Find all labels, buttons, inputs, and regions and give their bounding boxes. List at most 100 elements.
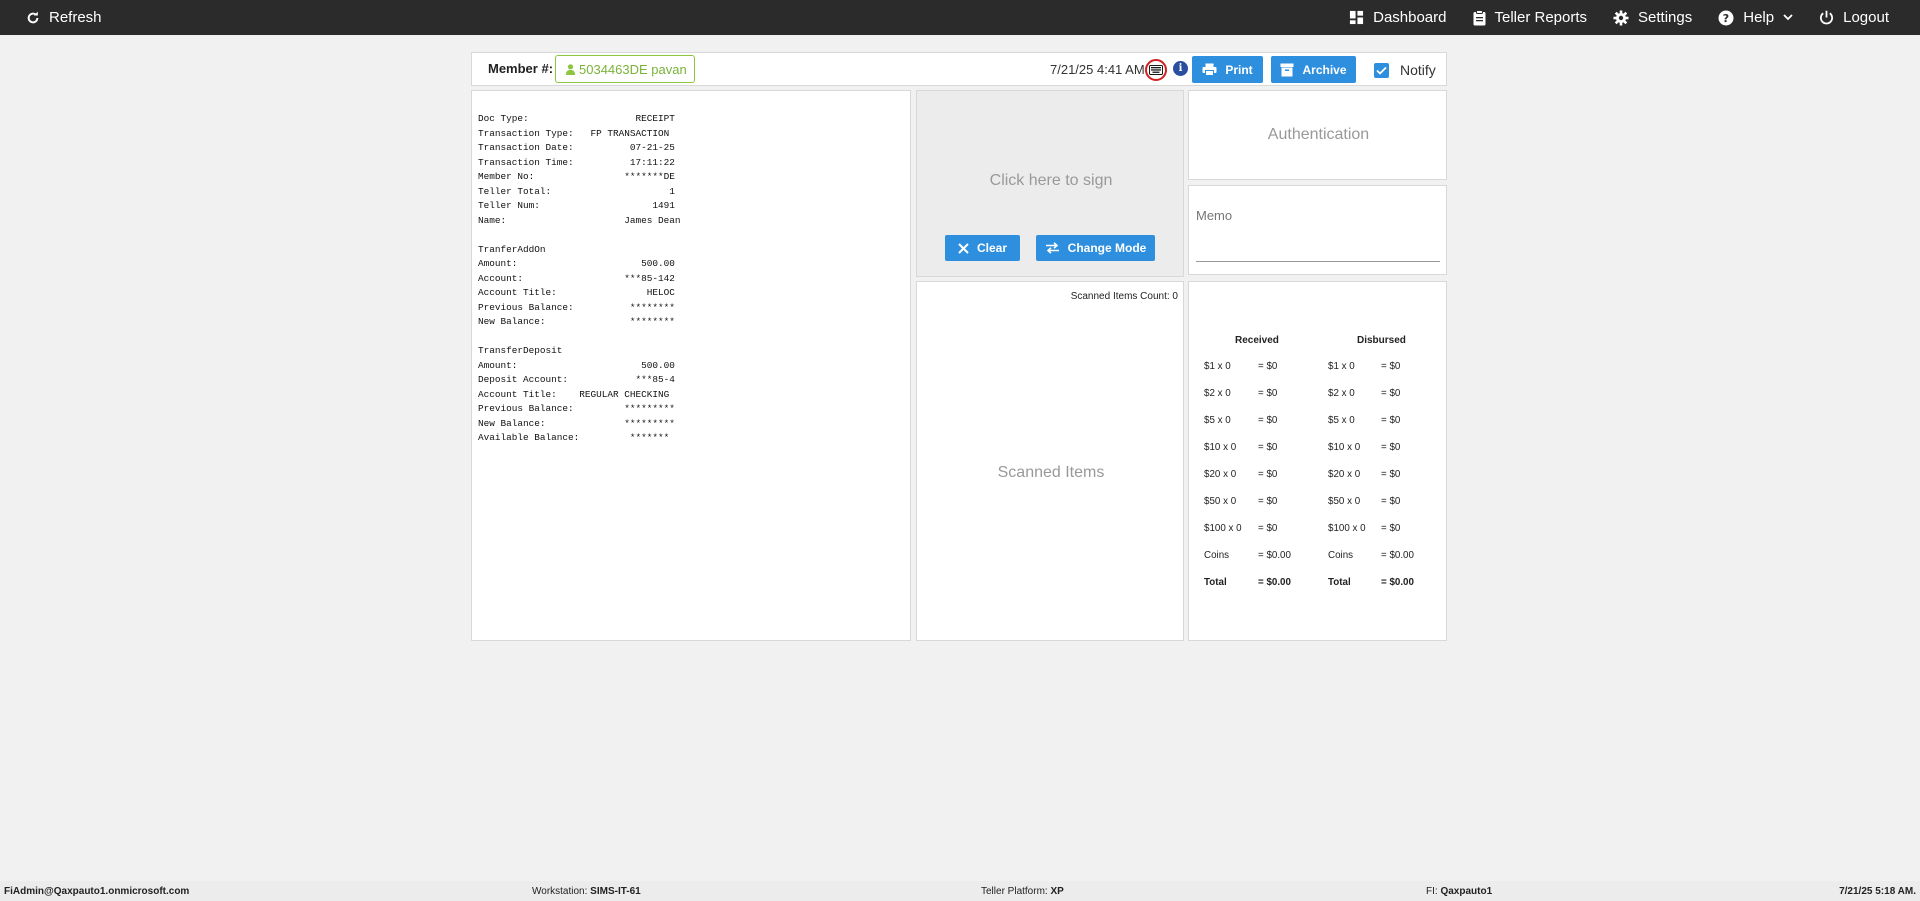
footer-workstation: Workstation: SIMS-IT-61 <box>532 886 641 897</box>
svg-text:?: ? <box>1723 12 1729 25</box>
member-chip[interactable]: 5034463DE pavan <box>555 55 695 83</box>
disbursed-header: Disbursed <box>1357 335 1406 346</box>
received-denomination: $50 x 0 <box>1204 496 1237 507</box>
disbursed-denomination: Total <box>1328 577 1351 588</box>
disbursed-denomination: $1 x 0 <box>1328 361 1355 372</box>
teller-reports-link[interactable]: Teller Reports <box>1473 9 1588 26</box>
received-amount: = $0 <box>1258 469 1278 480</box>
scanned-items-count: Scanned Items Count: 0 <box>1070 291 1178 302</box>
printer-icon <box>1202 63 1217 76</box>
received-amount: = $0 <box>1258 442 1278 453</box>
disbursed-amount: = $0 <box>1381 361 1401 372</box>
dashboard-label: Dashboard <box>1373 9 1447 26</box>
info-icon[interactable]: i <box>1173 61 1188 76</box>
cash-panel: Received Disbursed $1 x 0 = $0 $2 x 0 = $0 $… <box>1188 281 1447 641</box>
dashboard-link[interactable]: Dashboard <box>1349 9 1447 26</box>
power-icon <box>1820 10 1834 25</box>
received-amount: = $0 <box>1258 361 1278 372</box>
fi-value: Qaxpauto1 <box>1440 886 1493 897</box>
received-amount: = $0 <box>1258 496 1278 507</box>
help-icon: ? <box>1718 10 1734 25</box>
disbursed-amount: = $0 <box>1381 496 1401 507</box>
notify-checkbox[interactable] <box>1374 62 1389 78</box>
status-footer: FiAdmin@Qaxpauto1.onmicrosoft.com Workst… <box>0 881 1920 901</box>
change-mode-label: Change Mode <box>1067 241 1147 255</box>
received-amount: = $0.00 <box>1258 550 1291 561</box>
received-denomination: $100 x 0 <box>1204 523 1242 534</box>
chevron-down-icon <box>1783 14 1793 21</box>
help-label: Help <box>1743 9 1775 26</box>
member-datetime: 7/21/25 4:41 AM <box>1050 62 1145 77</box>
archive-button[interactable]: Archive <box>1271 56 1356 83</box>
dashboard-icon <box>1350 10 1364 25</box>
gear-icon <box>1613 10 1629 25</box>
platform-label: Teller Platform: <box>981 886 1048 897</box>
archive-icon <box>1280 63 1294 76</box>
memo-panel: Memo <box>1188 185 1447 275</box>
print-button[interactable]: Print <box>1192 56 1263 83</box>
refresh-label: Refresh <box>49 9 102 26</box>
signature-pad[interactable]: Click here to sign Clear Change Mode <box>916 90 1184 277</box>
platform-value: XP <box>1050 886 1064 897</box>
refresh-button[interactable]: Refresh <box>26 9 102 26</box>
logout-label: Logout <box>1843 9 1889 26</box>
sign-prompt: Click here to sign <box>989 172 1113 189</box>
change-mode-button[interactable]: Change Mode <box>1036 235 1155 261</box>
disbursed-denomination: $2 x 0 <box>1328 388 1355 399</box>
member-bar: Member #: 5034463DE pavan 7/21/25 4:41 A… <box>471 52 1447 86</box>
notify-label: Notify <box>1400 62 1436 78</box>
received-denomination: $10 x 0 <box>1204 442 1237 453</box>
memo-input[interactable] <box>1196 261 1440 262</box>
footer-datetime: 7/21/25 5:18 AM. <box>1839 886 1916 897</box>
received-header: Received <box>1235 335 1279 346</box>
member-label: Member #: <box>488 61 554 76</box>
footer-platform: Teller Platform: XP <box>981 886 1064 897</box>
authentication-label: Authentication <box>1267 126 1370 143</box>
disbursed-amount: = $0 <box>1381 469 1401 480</box>
clear-label: Clear <box>976 241 1008 255</box>
clear-button[interactable]: Clear <box>945 235 1020 261</box>
print-label: Print <box>1225 62 1253 77</box>
disbursed-amount: = $0.00 <box>1381 550 1414 561</box>
disbursed-denomination: $20 x 0 <box>1328 469 1361 480</box>
archive-label: Archive <box>1302 62 1347 77</box>
disbursed-denomination: $10 x 0 <box>1328 442 1361 453</box>
received-amount: = $0 <box>1258 415 1278 426</box>
top-nav: Refresh Dashboard Teller Reports Setting… <box>0 0 1920 35</box>
workstation-label: Workstation: <box>532 886 588 897</box>
disbursed-amount: = $0.00 <box>1381 577 1414 588</box>
notify-toggle[interactable]: Notify <box>1374 62 1436 78</box>
scanned-items-placeholder: Scanned Items <box>997 464 1105 481</box>
authentication-panel[interactable]: Authentication <box>1188 90 1447 180</box>
keyboard-icon[interactable] <box>1145 59 1167 81</box>
disbursed-amount: = $0 <box>1381 442 1401 453</box>
logout-link[interactable]: Logout <box>1819 9 1889 26</box>
received-denomination: $1 x 0 <box>1204 361 1231 372</box>
settings-label: Settings <box>1638 9 1693 26</box>
teller-reports-label: Teller Reports <box>1494 9 1588 26</box>
received-amount: = $0.00 <box>1258 577 1291 588</box>
received-denomination: $20 x 0 <box>1204 469 1237 480</box>
swap-icon <box>1045 242 1059 254</box>
clipboard-icon <box>1473 9 1485 25</box>
footer-user: FiAdmin@Qaxpauto1.onmicrosoft.com <box>4 886 190 897</box>
disbursed-denomination: $100 x 0 <box>1328 523 1366 534</box>
disbursed-denomination: $5 x 0 <box>1328 415 1355 426</box>
disbursed-denomination: $50 x 0 <box>1328 496 1361 507</box>
receipt-text: Doc Type: RECEIPT Transaction Type: FP T… <box>478 113 681 443</box>
user-icon <box>566 63 575 75</box>
received-denomination: $2 x 0 <box>1204 388 1231 399</box>
help-menu[interactable]: ? Help <box>1718 9 1793 26</box>
disbursed-amount: = $0 <box>1381 523 1401 534</box>
scanned-items-panel: Scanned Items Count: 0 Scanned Items <box>916 281 1184 641</box>
receipt-panel: Doc Type: RECEIPT Transaction Type: FP T… <box>471 90 911 641</box>
received-denomination: $5 x 0 <box>1204 415 1231 426</box>
disbursed-amount: = $0 <box>1381 388 1401 399</box>
received-amount: = $0 <box>1258 388 1278 399</box>
refresh-icon <box>27 11 39 23</box>
member-value: 5034463DE pavan <box>579 61 687 77</box>
settings-link[interactable]: Settings <box>1613 9 1692 26</box>
checkmark-icon <box>1376 66 1387 75</box>
fi-label: FI: <box>1426 886 1438 897</box>
workstation-value: SIMS-IT-61 <box>590 886 641 897</box>
